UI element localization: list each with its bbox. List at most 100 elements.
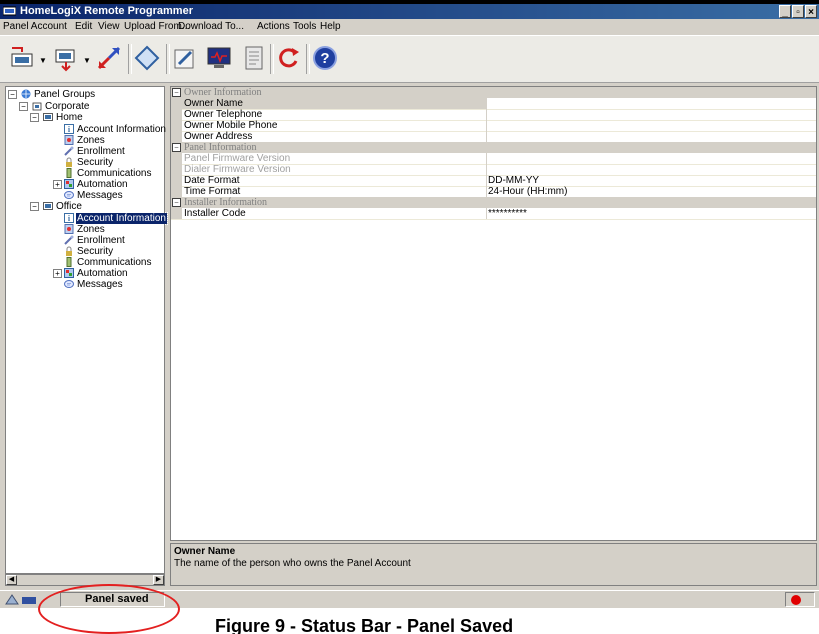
dropdown-arrow-icon[interactable]: ▼ xyxy=(83,56,91,65)
collapse-toggle[interactable]: − xyxy=(19,102,28,111)
category-label: Owner Information xyxy=(184,87,262,98)
refresh-icon[interactable] xyxy=(275,44,303,72)
phone-icon xyxy=(66,257,72,267)
lock-icon xyxy=(66,157,72,167)
modem-icon xyxy=(22,597,36,604)
status-indicator-icon xyxy=(791,595,801,605)
help-icon[interactable]: ? xyxy=(311,44,339,72)
panel-icon xyxy=(43,202,53,210)
panel-tree[interactable]: − Panel Groups − Corporate − Home i Acco… xyxy=(5,86,168,574)
diamond-tag-icon[interactable] xyxy=(133,44,161,72)
tree-label[interactable]: Panel Groups xyxy=(34,89,95,100)
tree-label[interactable]: Corporate xyxy=(45,101,89,112)
app-icon xyxy=(3,6,16,16)
transfer-arrows-icon[interactable] xyxy=(95,44,123,72)
edit-form-icon[interactable] xyxy=(171,44,199,72)
tree-label[interactable]: Enrollment xyxy=(77,146,125,157)
info-icon: i xyxy=(64,124,74,134)
message-icon xyxy=(64,280,74,288)
automation-icon xyxy=(64,179,74,189)
property-name: Owner Mobile Phone xyxy=(184,120,278,131)
menu-view[interactable]: View xyxy=(98,21,120,32)
property-name: Owner Address xyxy=(184,131,253,142)
property-name: Owner Name xyxy=(182,98,486,109)
scroll-left-button[interactable]: ◀ xyxy=(6,575,17,585)
upload-panel-icon[interactable] xyxy=(52,44,80,72)
expand-toggle[interactable]: + xyxy=(53,180,62,189)
tree-label[interactable]: Messages xyxy=(77,190,123,201)
scroll-right-button[interactable]: ▶ xyxy=(153,575,164,585)
zones-icon xyxy=(64,135,74,145)
property-name: Dialer Firmware Version xyxy=(184,164,291,175)
menu-help[interactable]: Help xyxy=(320,21,341,32)
menu-panel-account[interactable]: Panel Account xyxy=(3,21,67,32)
collapse-toggle[interactable]: − xyxy=(172,143,181,152)
property-grid[interactable]: − Owner Information Owner Name Owner Tel… xyxy=(170,86,817,541)
dropdown-arrow-icon[interactable]: ▼ xyxy=(39,56,47,65)
close-button[interactable]: × xyxy=(805,5,817,18)
property-name: Panel Firmware Version xyxy=(184,153,291,164)
tree-label[interactable]: Zones xyxy=(77,224,105,235)
description-panel: Owner Name The name of the person who ow… xyxy=(170,543,817,586)
zones-icon xyxy=(64,224,74,234)
toolbar: ▼ ▼ ? xyxy=(0,35,819,83)
minimize-button[interactable]: _ xyxy=(779,5,791,18)
property-name: Owner Telephone xyxy=(184,109,263,120)
tree-label[interactable]: Office xyxy=(56,201,82,212)
expand-toggle[interactable]: + xyxy=(53,269,62,278)
time-format-value[interactable]: 24-Hour (HH:mm) xyxy=(488,186,567,197)
menu-tools[interactable]: Tools xyxy=(293,21,316,32)
tree-label[interactable]: Enrollment xyxy=(77,235,125,246)
property-name: Date Format xyxy=(184,175,240,186)
message-icon xyxy=(64,191,74,199)
enrollment-icon xyxy=(64,235,74,245)
new-panel-icon[interactable] xyxy=(8,44,36,72)
restore-button[interactable]: ▫ xyxy=(792,5,804,18)
tree-label[interactable]: Messages xyxy=(77,279,123,290)
property-row-installer-code[interactable]: Installer Code ********** xyxy=(171,208,816,220)
tree-horizontal-scrollbar[interactable]: ◀ ▶ xyxy=(5,574,165,586)
tree-label[interactable]: Communications xyxy=(77,168,151,179)
panel-icon xyxy=(43,113,53,121)
figure-caption: Figure 9 - Status Bar - Panel Saved xyxy=(215,616,514,634)
category-label: Installer Information xyxy=(184,197,268,208)
app-window: HomeLogiX Remote Programmer _ ▫ × Panel … xyxy=(0,4,819,608)
tree-label[interactable]: Security xyxy=(77,246,113,257)
svg-text:?: ? xyxy=(320,50,329,67)
date-format-value[interactable]: DD-MM-YY xyxy=(488,175,539,186)
connection-icon xyxy=(5,594,19,605)
menu-edit[interactable]: Edit xyxy=(75,21,92,32)
tree-label[interactable]: Home xyxy=(56,112,83,123)
tree-label[interactable]: Account Information xyxy=(77,124,166,135)
collapse-toggle[interactable]: − xyxy=(172,88,181,97)
tree-label[interactable]: Zones xyxy=(77,135,105,146)
menu-actions[interactable]: Actions xyxy=(257,21,290,32)
toolbar-separator xyxy=(306,44,310,74)
tree-label[interactable]: Communications xyxy=(77,257,151,268)
collapse-toggle[interactable]: − xyxy=(30,202,39,211)
tree-label[interactable]: Automation xyxy=(77,179,128,190)
collapse-toggle[interactable]: − xyxy=(30,113,39,122)
category-owner-information[interactable]: − Owner Information xyxy=(171,87,816,98)
category-panel-information[interactable]: − Panel Information xyxy=(171,142,816,153)
info-icon: i xyxy=(64,213,74,223)
description-text: The name of the person who owns the Pane… xyxy=(174,558,411,569)
collapse-toggle[interactable]: − xyxy=(8,90,17,99)
monitor-icon[interactable] xyxy=(205,44,233,72)
property-name: Installer Code xyxy=(184,208,246,219)
category-installer-information[interactable]: − Installer Information xyxy=(171,197,816,208)
tree-label-selected[interactable]: Account Information xyxy=(75,212,168,225)
tree-label[interactable]: Automation xyxy=(77,268,128,279)
document-icon[interactable] xyxy=(240,44,268,72)
toolbar-separator xyxy=(166,44,170,74)
installer-code-value[interactable]: ********** xyxy=(488,208,527,219)
menu-download-to[interactable]: Download To... xyxy=(178,21,244,32)
automation-icon xyxy=(64,268,74,278)
category-label: Panel Information xyxy=(184,142,257,153)
tree-label[interactable]: Security xyxy=(77,157,113,168)
toolbar-separator xyxy=(270,44,274,74)
phone-icon xyxy=(66,168,72,178)
collapse-toggle[interactable]: − xyxy=(172,198,181,207)
menu-bar: Panel Account Edit View Upload From... D… xyxy=(0,19,819,35)
enrollment-icon xyxy=(64,146,74,156)
